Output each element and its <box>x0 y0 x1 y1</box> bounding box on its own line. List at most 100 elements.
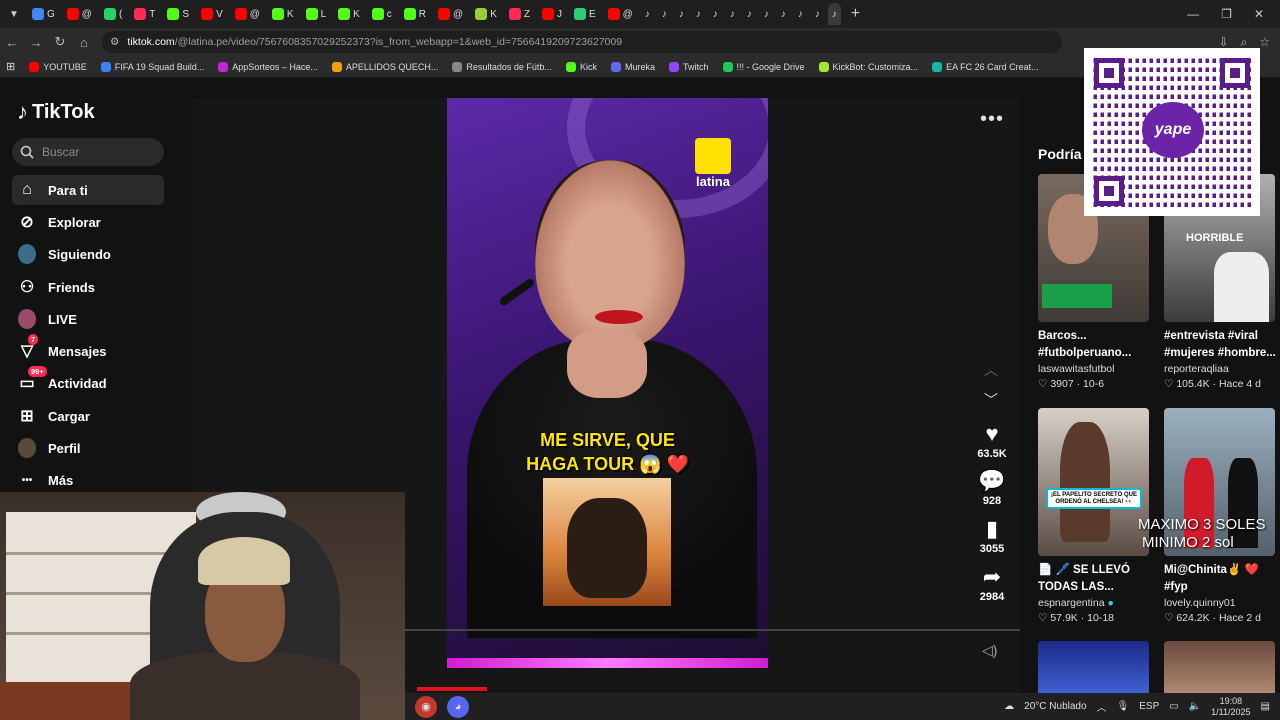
volume-icon[interactable]: ◁) <box>982 642 997 659</box>
previous-video-icon[interactable]: ︿ <box>984 360 998 380</box>
browser-tab-tiktok[interactable]: ♪ <box>777 3 790 25</box>
search-input[interactable] <box>42 145 152 159</box>
browser-tab[interactable]: S <box>163 3 193 25</box>
browser-tab[interactable]: R <box>400 3 430 25</box>
browser-tab[interactable]: V <box>197 3 227 25</box>
sidebar-item-para-ti[interactable]: ⌂ Para ti <box>12 175 164 205</box>
browser-tab[interactable]: E <box>570 3 600 25</box>
donation-overlay: MAXIMO 3 SOLES MINIMO 2 sol <box>1138 516 1280 552</box>
bookmark-item[interactable]: Twitch <box>668 61 709 72</box>
sidebar-item-friends[interactable]: ⚇ Friends <box>12 272 164 302</box>
maximize-icon[interactable]: ❐ <box>1221 7 1232 21</box>
browser-tab-tiktok[interactable]: ♪ <box>743 3 756 25</box>
sidebar-item-perfil[interactable]: Perfil <box>12 433 164 463</box>
comment-button[interactable]: 💬 928 <box>972 469 1012 508</box>
weather-text[interactable]: 20°C Nublado <box>1024 701 1086 712</box>
bookmark-item[interactable]: KickBot: Customiza... <box>818 61 918 72</box>
card-date: 10-6 <box>1083 378 1105 390</box>
bookmark-item[interactable]: Kick <box>565 61 597 72</box>
search-box[interactable] <box>12 138 164 166</box>
bookmark-item[interactable]: !!! - Google Drive <box>722 61 805 72</box>
mic-icon[interactable]: 🎙 <box>1117 701 1130 712</box>
stream-alert-bar <box>417 687 487 691</box>
taskbar-discord-icon[interactable]: ◕ <box>447 695 469 718</box>
browser-tab-tiktok[interactable]: ♪ <box>692 3 705 25</box>
browser-tab[interactable]: @ <box>604 3 637 25</box>
tray-arrow-icon[interactable]: ︿ <box>1097 699 1107 714</box>
browser-tab-tiktok[interactable]: ♪ <box>811 3 824 25</box>
browser-tab[interactable]: c <box>368 3 396 25</box>
bookmark-item[interactable]: Resultados de Fútb... <box>452 61 552 72</box>
browser-tab[interactable]: Z <box>505 3 534 25</box>
card-user: lovely.quinny01 <box>1164 597 1236 609</box>
browser-tab[interactable]: ( <box>100 3 126 25</box>
browser-tab[interactable]: K <box>471 3 501 25</box>
browser-tab[interactable]: G <box>28 3 59 25</box>
browser-tab-tiktok[interactable]: ♪ <box>709 3 722 25</box>
new-tab-button[interactable]: + <box>851 5 860 23</box>
bookmark-label: YOUTUBE <box>43 61 87 72</box>
home-browser-icon[interactable]: ⌂ <box>72 35 96 50</box>
video-progress-bar[interactable] <box>405 629 1020 631</box>
sidebar-item-mensajes[interactable]: ▽ 7 Mensajes <box>12 334 164 366</box>
bookmark-item[interactable]: AppSorteos – Hace... <box>218 61 318 72</box>
language-indicator[interactable]: ESP <box>1139 701 1159 712</box>
browser-tab[interactable]: T <box>130 3 159 25</box>
browser-tab-tiktok[interactable]: ♪ <box>726 3 739 25</box>
notifications-icon[interactable]: ▤ <box>1261 701 1270 712</box>
like-button[interactable]: ♥ 63.5K <box>972 422 1012 461</box>
bookmark-item[interactable]: YOUTUBE <box>29 61 87 72</box>
sidebar-item-explorar[interactable]: ⊘ Explorar <box>12 207 164 237</box>
suggestion-card[interactable]: ¡EL PAPELITO SECRETO QUE ORDENÓ AL CHELS… <box>1038 408 1150 624</box>
next-video-icon[interactable]: ﹀ <box>984 390 998 410</box>
suggestion-thumbnail-partial[interactable] <box>1038 641 1149 693</box>
bookmark-item[interactable]: APELLIDOS QUECH... <box>331 61 439 72</box>
more-options-button[interactable]: ••• <box>980 108 1004 131</box>
minimize-icon[interactable]: — <box>1187 7 1199 21</box>
bookmark-item[interactable]: Mureka <box>610 61 655 72</box>
speaker-icon[interactable]: 🔈 <box>1189 701 1201 712</box>
browser-tab-tiktok[interactable]: ♪ <box>794 3 807 25</box>
browser-tab-tiktok[interactable]: ♪ <box>658 3 671 25</box>
browser-tab[interactable]: @ <box>231 3 264 25</box>
apps-grid-icon[interactable]: ⊞ <box>6 60 15 73</box>
url-field[interactable]: ⚙ tiktok.com/@latina.pe/video/7567608357… <box>102 31 1062 53</box>
browser-tab-tiktok[interactable]: ♪ <box>675 3 688 25</box>
forward-icon[interactable]: → <box>24 35 48 50</box>
taskbar-app-icon[interactable]: ◉ <box>415 695 437 718</box>
browser-tab-tiktok[interactable]: ♪ <box>760 3 773 25</box>
browser-tab[interactable]: L <box>302 3 331 25</box>
bookmark-item[interactable]: FIFA 19 Squad Build... <box>100 61 204 72</box>
browser-tab[interactable]: K <box>268 3 298 25</box>
sidebar-item-actividad[interactable]: ▭ 99+ Actividad <box>12 366 164 398</box>
close-window-icon[interactable]: ✕ <box>1254 7 1264 21</box>
back-icon[interactable]: ← <box>0 35 24 50</box>
sidebar-item-cargar[interactable]: ⊞ Cargar <box>12 401 164 431</box>
network-icon[interactable]: ▭ <box>1169 701 1178 712</box>
bookmark-item[interactable]: EA FC 26 Card Creat... <box>932 61 1039 72</box>
clock[interactable]: 19:08 1/11/2025 <box>1211 696 1250 718</box>
card-date: 10-18 <box>1087 612 1114 624</box>
browser-tab[interactable]: J <box>538 3 566 25</box>
browser-tab[interactable]: @ <box>63 3 96 25</box>
card-user: reporteraqliaa <box>1164 363 1229 375</box>
sidebar-item-m-s[interactable]: ••• Más <box>12 465 164 495</box>
save-button[interactable]: ▮ 3055 <box>972 517 1012 556</box>
tiktok-favicon-icon: ♪ <box>763 8 769 20</box>
notification-badge: 99+ <box>28 366 47 377</box>
browser-tab-tiktok[interactable]: ♪ <box>827 3 841 25</box>
sidebar-item-siguiendo[interactable]: Siguiendo <box>12 239 164 269</box>
sidebar-item-live[interactable]: LIVE <box>12 304 164 334</box>
browser-tab[interactable]: K <box>334 3 364 25</box>
site-info-icon[interactable]: ⚙ <box>110 36 119 48</box>
browser-tab-tiktok[interactable]: ♪ <box>641 3 654 25</box>
share-button[interactable]: ➦ 2984 <box>972 565 1012 604</box>
browser-tab[interactable]: @ <box>434 3 467 25</box>
reload-icon[interactable]: ↻ <box>48 34 72 50</box>
suggestion-thumbnail-partial[interactable] <box>1164 641 1275 693</box>
bookmark-label: APELLIDOS QUECH... <box>345 61 439 72</box>
bookmark-star-icon[interactable]: ☆ <box>1259 35 1270 50</box>
video-player[interactable]: latina ME SIRVE, QUE HAGA TOUR 😱 ❤️ <box>447 98 768 668</box>
tab-search-icon[interactable]: ▼ <box>0 0 28 28</box>
tiktok-logo[interactable]: ♪ TikTok <box>17 98 95 126</box>
